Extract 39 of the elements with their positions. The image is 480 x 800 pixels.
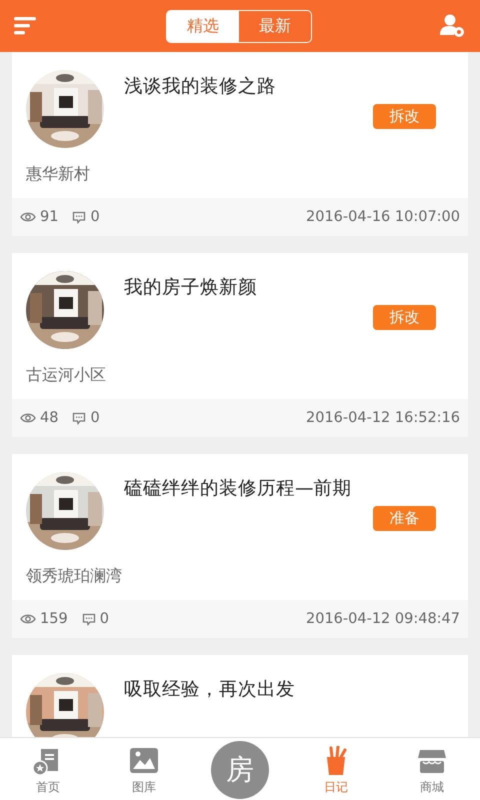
diary-title: 吸取经验，再次出发 [124,678,296,702]
diary-title: 浅谈我的装修之路 [124,75,277,99]
post-date: 2016-04-12 16:52:16 [306,410,460,426]
comment-icon [72,210,86,224]
view-count: 91 [40,209,58,225]
diary-card[interactable]: 浅谈我的装修之路 拆改 惠华新村 91 0 2016-04-16 10:07:00 [12,52,468,236]
view-count: 159 [40,611,68,627]
tab-label[interactable]: 日记 [324,779,348,796]
center-button[interactable]: 房 [211,741,269,799]
diary-title: 磕磕绊绊的装修历程—前期 [124,477,352,501]
diary-card[interactable]: 磕磕绊绊的装修历程—前期 准备 领秀琥珀澜湾 159 0 2016-04-12 09:48:47 [12,454,468,638]
tab-label[interactable]: 商城 [420,779,444,796]
segment-tab[interactable]: 最新 [239,10,311,42]
stage-tag: 拆改 [373,104,436,129]
community-name: 领秀琥珀澜湾 [25,565,123,587]
image-icon[interactable] [129,746,159,776]
post-date: 2016-04-12 09:48:47 [306,611,460,627]
user-settings-icon[interactable] [440,13,466,39]
stage-tag: 准备 [373,506,436,531]
view-count: 48 [40,410,58,426]
diary-card[interactable]: 吸取经验，再次出发 [12,655,468,737]
diary-card[interactable]: 我的房子焕新颜 拆改 古运河小区 48 0 2016-04-12 16:52:16 [12,253,468,437]
menu-icon[interactable] [14,17,38,35]
eye-icon [20,212,36,222]
comment-count: 0 [90,209,100,225]
segment-tab[interactable]: 精选 [167,10,239,42]
comment-icon [82,612,96,626]
comment-icon [72,412,86,424]
tab-label[interactable]: 首页 [36,779,60,796]
community-name: 惠华新村 [25,163,91,185]
comment-count: 0 [90,410,100,426]
stage-tag: 拆改 [373,305,436,330]
diary-title: 我的房子焕新颜 [124,276,258,300]
community-name: 古运河小区 [25,364,107,386]
eye-icon [20,413,36,423]
post-date: 2016-04-16 10:07:00 [306,209,460,225]
eye-icon [20,614,36,624]
tab-label[interactable]: 图库 [132,779,156,796]
comment-count: 0 [100,611,109,627]
